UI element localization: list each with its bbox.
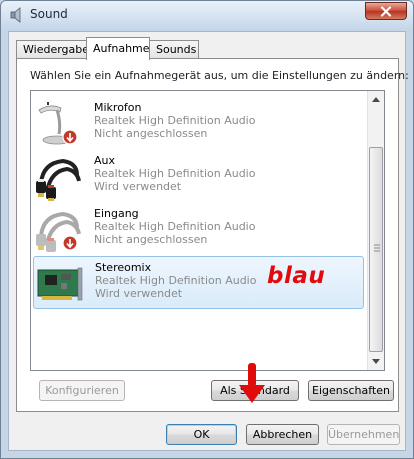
sound-card-icon — [36, 260, 84, 308]
device-name: Stereomix — [95, 261, 152, 274]
dialog-client: Wiedergabe Aufnahme Sounds Wählen Sie ei… — [8, 31, 409, 451]
annotation-text: blau — [267, 263, 326, 289]
grip-icon — [374, 244, 380, 252]
recording-device-list[interactable]: Mikrofon Realtek High Definition Audio N… — [30, 90, 385, 371]
aufnahme-panel: Wählen Sie ein Aufnahmegerät aus, um die… — [16, 58, 409, 412]
configure-button[interactable]: Konfigurieren — [39, 380, 125, 401]
device-row-stereomix[interactable]: Stereomix Realtek High Definition Audio … — [33, 256, 364, 309]
device-status: Wird verwendet — [95, 287, 183, 300]
tab-wiedergabe[interactable]: Wiedergabe — [16, 40, 89, 59]
speaker-icon — [9, 7, 25, 23]
close-button[interactable] — [365, 2, 407, 20]
device-driver: Realtek High Definition Audio — [94, 220, 256, 233]
apply-button[interactable]: Übernehmen — [327, 424, 400, 445]
device-row-eingang[interactable]: Eingang Realtek High Definition Audio Ni… — [31, 203, 367, 256]
device-row-mikrofon[interactable]: Mikrofon Realtek High Definition Audio N… — [31, 97, 367, 150]
device-status: Nicht angeschlossen — [94, 127, 208, 140]
ok-button[interactable]: OK — [166, 424, 237, 445]
device-driver: Realtek High Definition Audio — [94, 167, 256, 180]
rca-cable-icon — [33, 153, 81, 201]
close-icon — [380, 5, 392, 17]
device-status: Nicht angeschlossen — [94, 233, 208, 246]
tab-sounds[interactable]: Sounds — [149, 40, 199, 59]
device-status: Wird verwendet — [94, 180, 182, 193]
device-name: Mikrofon — [94, 101, 142, 114]
microphone-icon — [33, 100, 81, 148]
instruction-text: Wählen Sie ein Aufnahmegerät aus, um die… — [30, 69, 409, 82]
scroll-thumb[interactable] — [369, 147, 383, 352]
cancel-button[interactable]: Abbrechen — [246, 424, 319, 445]
device-row-aux[interactable]: Aux Realtek High Definition Audio Wird v… — [31, 150, 367, 203]
device-name: Eingang — [94, 207, 139, 220]
red-arrow-icon — [239, 363, 265, 403]
list-scrollbar[interactable] — [367, 91, 384, 370]
window-title: Sound — [30, 7, 68, 21]
scroll-up-button[interactable] — [368, 91, 384, 108]
scroll-down-button[interactable] — [368, 353, 384, 370]
chevron-up-icon — [372, 97, 380, 102]
sound-dialog: Sound Wiedergabe Aufnahme Sounds Wählen … — [0, 0, 414, 459]
properties-button[interactable]: Eigenschaften — [308, 380, 394, 401]
title-bar[interactable]: Sound — [1, 1, 413, 30]
device-driver: Realtek High Definition Audio — [95, 274, 257, 287]
device-driver: Realtek High Definition Audio — [94, 114, 256, 127]
chevron-down-icon — [372, 359, 380, 364]
tab-aufnahme[interactable]: Aufnahme — [86, 37, 150, 60]
device-name: Aux — [94, 154, 116, 167]
line-in-cable-icon — [33, 206, 81, 254]
